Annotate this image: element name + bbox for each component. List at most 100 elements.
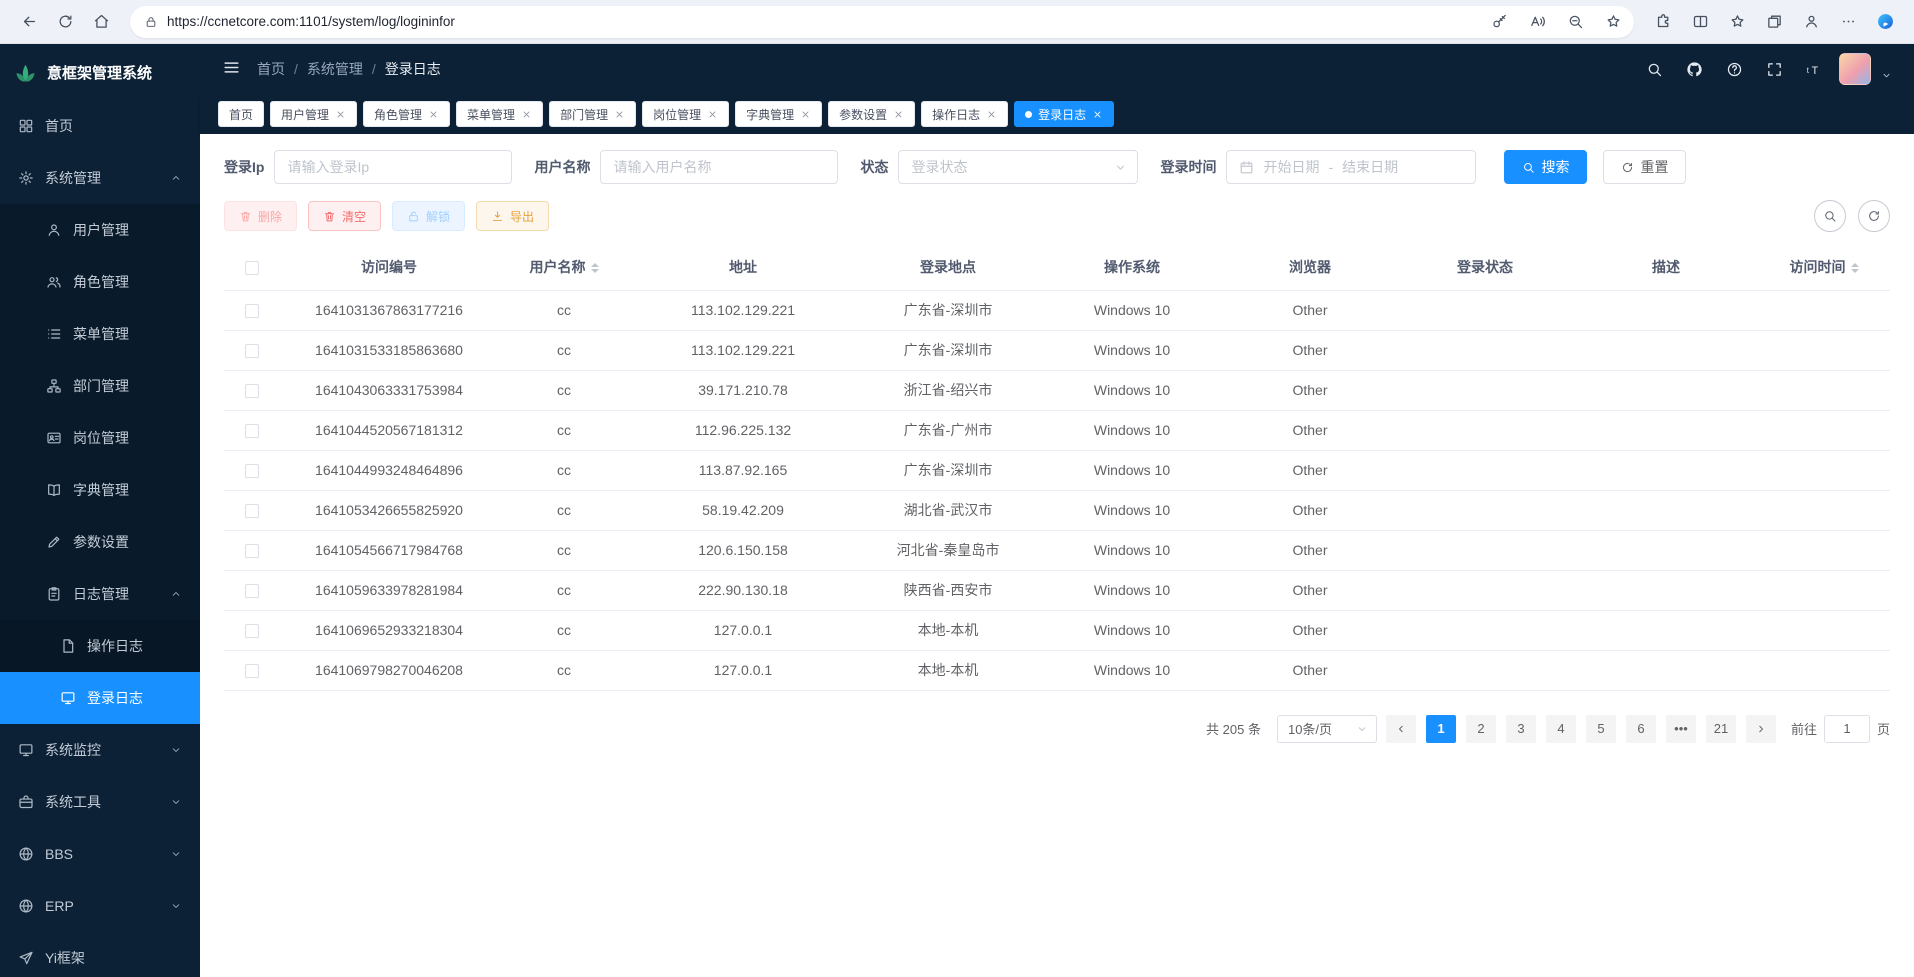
sidebar-item-post-mgmt[interactable]: 岗位管理 [0, 412, 200, 464]
page-ellipsis-button[interactable]: ••• [1666, 715, 1696, 743]
table-row[interactable]: 1641031533185863680cc113.102.129.221广东省-… [224, 330, 1890, 370]
user-name-input[interactable] [600, 150, 838, 184]
row-checkbox[interactable] [245, 344, 259, 358]
sidebar-item-operation-log[interactable]: 操作日志 [0, 620, 200, 672]
login-time-range-picker[interactable]: 开始日期 - 结束日期 [1226, 150, 1476, 184]
sort-caret[interactable] [1851, 259, 1859, 277]
delete-button[interactable]: 删除 [224, 201, 297, 231]
sidebar-item-system-monitor[interactable]: 系统监控 [0, 724, 200, 776]
tab-close-icon[interactable] [893, 109, 904, 120]
sidebar-item-dept-mgmt[interactable]: 部门管理 [0, 360, 200, 412]
page-button-1[interactable]: 1 [1426, 715, 1456, 743]
page-size-select[interactable]: 10条/页 [1277, 715, 1377, 743]
tab-param-settings[interactable]: 参数设置 [828, 101, 915, 127]
table-row[interactable]: 1641053426655825920cc58.19.42.209湖北省-武汉市… [224, 490, 1890, 530]
row-checkbox[interactable] [245, 664, 259, 678]
table-row[interactable]: 1641044993248464896cc113.87.92.165广东省-深圳… [224, 450, 1890, 490]
sidebar-item-role-mgmt[interactable]: 角色管理 [0, 256, 200, 308]
tab-close-icon[interactable] [428, 109, 439, 120]
tab-user-mgmt[interactable]: 用户管理 [270, 101, 357, 127]
sidebar-item-system-mgmt[interactable]: 系统管理 [0, 152, 200, 204]
sidebar-item-dict-mgmt[interactable]: 字典管理 [0, 464, 200, 516]
tab-dict-mgmt[interactable]: 字典管理 [735, 101, 822, 127]
table-row[interactable]: 1641069652933218304cc127.0.0.1本地-本机Windo… [224, 610, 1890, 650]
row-checkbox[interactable] [245, 304, 259, 318]
row-checkbox[interactable] [245, 424, 259, 438]
sidebar-item-menu-mgmt[interactable]: 菜单管理 [0, 308, 200, 360]
fullscreen-button[interactable] [1759, 54, 1789, 84]
header-search-button[interactable] [1639, 54, 1669, 84]
row-checkbox[interactable] [245, 624, 259, 638]
table-row[interactable]: 1641031367863177216cc113.102.129.221广东省-… [224, 290, 1890, 330]
tab-close-icon[interactable] [614, 109, 625, 120]
avatar-chevron-down-icon[interactable] [1881, 70, 1892, 81]
reset-button[interactable]: 重置 [1603, 150, 1686, 184]
clear-button[interactable]: 清空 [308, 201, 381, 231]
row-checkbox[interactable] [245, 504, 259, 518]
select-all-checkbox[interactable] [245, 261, 259, 275]
tab-post-mgmt[interactable]: 岗位管理 [642, 101, 729, 127]
column-header[interactable]: 访问时间 [1758, 244, 1890, 290]
column-header[interactable]: 用户名称 [498, 244, 630, 290]
tab-close-icon[interactable] [521, 109, 532, 120]
sidebar-toggle-button[interactable] [222, 58, 241, 80]
help-button[interactable] [1719, 54, 1749, 84]
tab-close-icon[interactable] [1092, 109, 1103, 120]
prev-page-button[interactable] [1386, 715, 1416, 743]
read-aloud-button[interactable] [1523, 7, 1552, 36]
favorites-add-button[interactable] [1599, 7, 1628, 36]
extensions-button[interactable] [1646, 5, 1680, 39]
table-row[interactable]: 1641054566717984768cc120.6.150.158河北省-秦皇… [224, 530, 1890, 570]
sidebar-item-log-mgmt[interactable]: 日志管理 [0, 568, 200, 620]
page-button-6[interactable]: 6 [1626, 715, 1656, 743]
table-row[interactable]: 1641043063331753984cc39.171.210.78浙江省-绍兴… [224, 370, 1890, 410]
row-checkbox[interactable] [245, 544, 259, 558]
breadcrumb-item[interactable]: 系统管理 [307, 59, 363, 79]
favorites-button[interactable] [1720, 5, 1754, 39]
browser-menu-button[interactable] [1831, 5, 1865, 39]
row-checkbox[interactable] [245, 584, 259, 598]
split-screen-button[interactable] [1683, 5, 1717, 39]
sort-caret[interactable] [591, 259, 599, 277]
refresh-button[interactable] [48, 5, 82, 39]
search-button[interactable]: 搜索 [1504, 150, 1587, 184]
table-row[interactable]: 1641044520567181312cc112.96.225.132广东省-广… [224, 410, 1890, 450]
user-avatar[interactable] [1839, 53, 1871, 85]
browser-profile-button[interactable] [1794, 5, 1828, 39]
next-page-button[interactable] [1746, 715, 1776, 743]
status-select[interactable]: 登录状态 [898, 150, 1138, 184]
bing-chat-button[interactable] [1868, 5, 1902, 39]
goto-page-input[interactable] [1824, 715, 1870, 743]
page-button-5[interactable]: 5 [1586, 715, 1616, 743]
font-size-button[interactable]: tT [1799, 54, 1829, 84]
sidebar-item-login-log[interactable]: 登录日志 [0, 672, 200, 724]
tab-close-icon[interactable] [800, 109, 811, 120]
tab-role-mgmt[interactable]: 角色管理 [363, 101, 450, 127]
tab-close-icon[interactable] [335, 109, 346, 120]
table-row[interactable]: 1641059633978281984cc222.90.130.18陕西省-西安… [224, 570, 1890, 610]
export-button[interactable]: 导出 [476, 201, 549, 231]
tab-menu-mgmt[interactable]: 菜单管理 [456, 101, 543, 127]
browser-home-button[interactable] [84, 5, 118, 39]
tab-home[interactable]: 首页 [218, 101, 264, 127]
refresh-table-button[interactable] [1858, 200, 1890, 232]
sidebar-item-system-tools[interactable]: 系统工具 [0, 776, 200, 828]
tab-close-icon[interactable] [707, 109, 718, 120]
breadcrumb-item[interactable]: 首页 [257, 59, 285, 79]
page-button-4[interactable]: 4 [1546, 715, 1576, 743]
page-button-3[interactable]: 3 [1506, 715, 1536, 743]
row-checkbox[interactable] [245, 384, 259, 398]
row-checkbox[interactable] [245, 464, 259, 478]
sidebar-item-bbs[interactable]: BBS [0, 828, 200, 880]
sidebar-item-home[interactable]: 首页 [0, 100, 200, 152]
sidebar-item-erp[interactable]: ERP [0, 880, 200, 932]
address-bar[interactable]: https://ccnetcore.com:1101/system/log/lo… [130, 6, 1634, 38]
tab-operation-log[interactable]: 操作日志 [921, 101, 1008, 127]
unlock-button[interactable]: 解锁 [392, 201, 465, 231]
sidebar-item-yi-framework[interactable]: Yi框架 [0, 932, 200, 977]
github-button[interactable] [1679, 54, 1709, 84]
tab-login-log[interactable]: 登录日志 [1014, 101, 1114, 127]
page-button-2[interactable]: 2 [1466, 715, 1496, 743]
zoom-out-button[interactable] [1561, 7, 1590, 36]
sidebar-item-param-settings[interactable]: 参数设置 [0, 516, 200, 568]
